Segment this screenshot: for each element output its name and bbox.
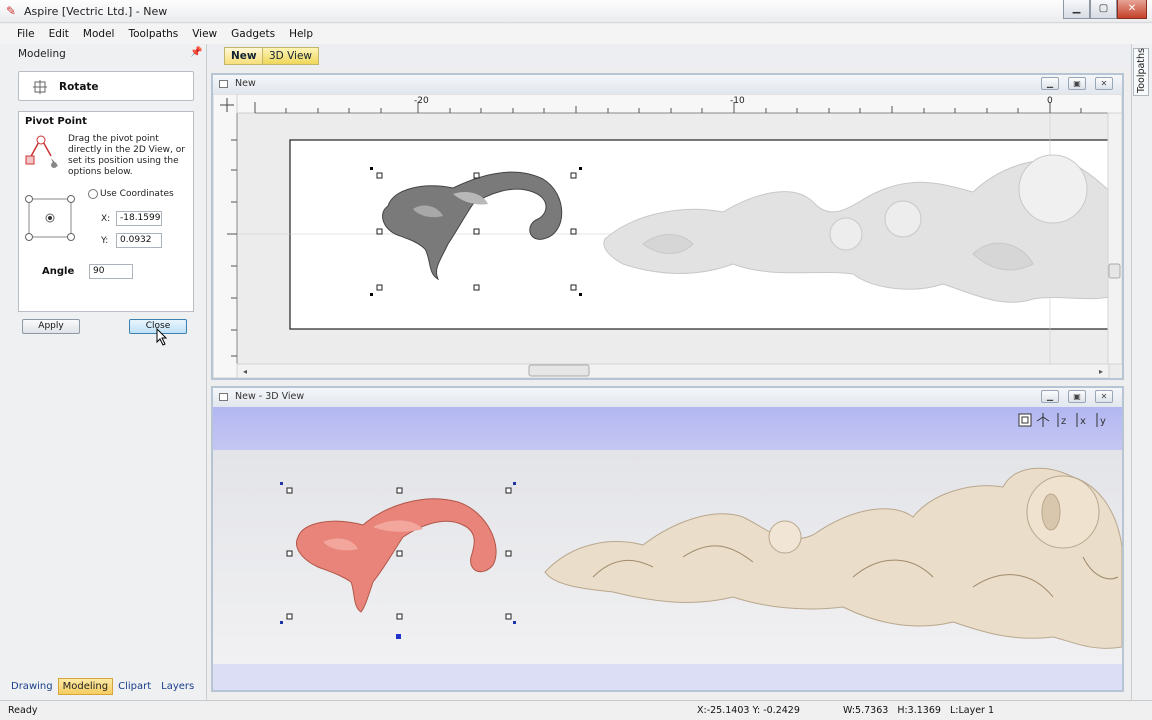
use-coordinates-label: Use Coordinates <box>100 189 174 199</box>
canvas-2d[interactable]: -20 -10 0 ◂ ▸ <box>213 94 1122 378</box>
view-2d-minimize-button[interactable]: ▁ <box>1041 77 1059 90</box>
svg-text:y: y <box>1100 416 1106 427</box>
view-3d-title: New - 3D View <box>235 391 305 402</box>
document-tab-bar <box>207 46 1132 66</box>
menu-bar: File Edit Model Toolpaths View Gadgets H… <box>0 24 1152 44</box>
x-coordinate-field[interactable]: -18.1599 <box>116 211 162 226</box>
svg-text:x: x <box>1080 416 1086 427</box>
menu-help[interactable]: Help <box>282 27 320 41</box>
horizontal-scroll-thumb[interactable] <box>528 364 590 377</box>
angle-field[interactable]: 90 <box>89 264 133 279</box>
vertical-scroll-thumb[interactable] <box>1108 263 1121 279</box>
view-3d-minimize-button[interactable]: ▁ <box>1041 390 1059 403</box>
pivot-position-selector[interactable] <box>25 195 79 241</box>
view-3d-caption: New - 3D View ▁ ▣ ✕ <box>213 388 1122 407</box>
tab-modeling[interactable]: Modeling <box>57 678 114 695</box>
panel-title: Modeling <box>18 48 66 60</box>
view-2d-title: New <box>235 78 256 89</box>
close-window-button[interactable]: ✕ <box>1117 0 1147 19</box>
view-3d-window: New - 3D View ▁ ▣ ✕ z x y <box>211 386 1124 692</box>
horizontal-scrollbar[interactable] <box>236 363 1110 378</box>
toolpaths-sidebar <box>1131 44 1152 700</box>
svg-text:◂: ◂ <box>243 367 247 376</box>
menu-edit[interactable]: Edit <box>42 27 76 41</box>
y-coordinate-field[interactable]: 0.0932 <box>116 233 162 248</box>
tool-name: Rotate <box>59 81 99 93</box>
canvas-3d[interactable]: z x y <box>213 407 1122 690</box>
view-2d-restore-button[interactable]: ▣ <box>1068 77 1086 90</box>
mouse-cursor-icon <box>156 328 168 346</box>
window-title: Aspire [Vectric Ltd.] - New <box>24 5 168 18</box>
svg-text:▸: ▸ <box>1099 367 1103 376</box>
app-icon: ✎ <box>6 4 17 18</box>
status-bar: Ready X:-25.1403 Y: -0.2429 W:5.7363 H:3… <box>0 700 1152 720</box>
x-label: X: <box>101 214 111 224</box>
menu-file[interactable]: File <box>10 27 42 41</box>
document-icon <box>219 393 228 401</box>
angle-label: Angle <box>42 266 75 277</box>
y-label: Y: <box>101 236 109 246</box>
tab-3d-view[interactable]: 3D View <box>262 47 320 65</box>
pivot-drag-icon <box>25 135 58 168</box>
view-2d-window: New ▁ ▣ ✕ -20 -10 0 ◂ ▸ <box>211 73 1124 380</box>
status-cursor-position: X:-25.1403 Y: -0.2429 <box>697 705 800 716</box>
ruler-label: -10 <box>730 96 745 106</box>
menu-toolpaths[interactable]: Toolpaths <box>121 27 185 41</box>
status-ready: Ready <box>8 705 38 716</box>
tab-new[interactable]: New <box>224 47 264 65</box>
pivot-help-text: Drag the pivot point directly in the 2D … <box>68 134 185 177</box>
zoom-extents-icon[interactable] <box>1018 413 1032 427</box>
title-bar: ✎ Aspire [Vectric Ltd.] - New ▁ ▢ ✕ <box>0 0 1152 23</box>
tab-layers[interactable]: Layers <box>156 678 199 695</box>
document-icon <box>219 80 228 88</box>
pivot-point-group: Pivot Point Drag the pivot point directl… <box>18 111 194 312</box>
view-3d-restore-button[interactable]: ▣ <box>1068 390 1086 403</box>
status-selection-size: W:5.7363 H:3.1369 L:Layer 1 <box>843 705 995 716</box>
menu-view[interactable]: View <box>185 27 224 41</box>
svg-text:z: z <box>1061 416 1066 427</box>
tab-toolpaths[interactable]: Toolpaths <box>1133 48 1149 96</box>
tool-header: Rotate <box>18 71 194 101</box>
ruler-label: 0 <box>1047 96 1053 106</box>
pin-icon[interactable]: 📌 <box>190 47 202 58</box>
rotate-icon <box>33 80 47 94</box>
panel-tabs: Drawing Modeling Clipart Layers <box>6 678 199 695</box>
menu-model[interactable]: Model <box>76 27 122 41</box>
tab-clipart[interactable]: Clipart <box>113 678 156 695</box>
vertical-scrollbar[interactable] <box>1107 112 1122 365</box>
view-3d-close-button[interactable]: ✕ <box>1095 390 1113 403</box>
use-coordinates-checkbox[interactable] <box>88 189 98 199</box>
pivot-marker[interactable] <box>396 634 401 639</box>
toolpaths-tab-label: Toolpaths <box>1136 48 1147 93</box>
pivot-heading: Pivot Point <box>25 116 87 127</box>
ruler-label: -20 <box>414 96 429 106</box>
apply-button[interactable]: Apply <box>22 319 80 334</box>
view-2d-close-button[interactable]: ✕ <box>1095 77 1113 90</box>
menu-gadgets[interactable]: Gadgets <box>224 27 282 41</box>
view-2d-caption: New ▁ ▣ ✕ <box>213 75 1122 94</box>
maximize-button[interactable]: ▢ <box>1090 0 1117 19</box>
tab-drawing[interactable]: Drawing <box>6 678 58 695</box>
minimize-button[interactable]: ▁ <box>1063 0 1090 19</box>
